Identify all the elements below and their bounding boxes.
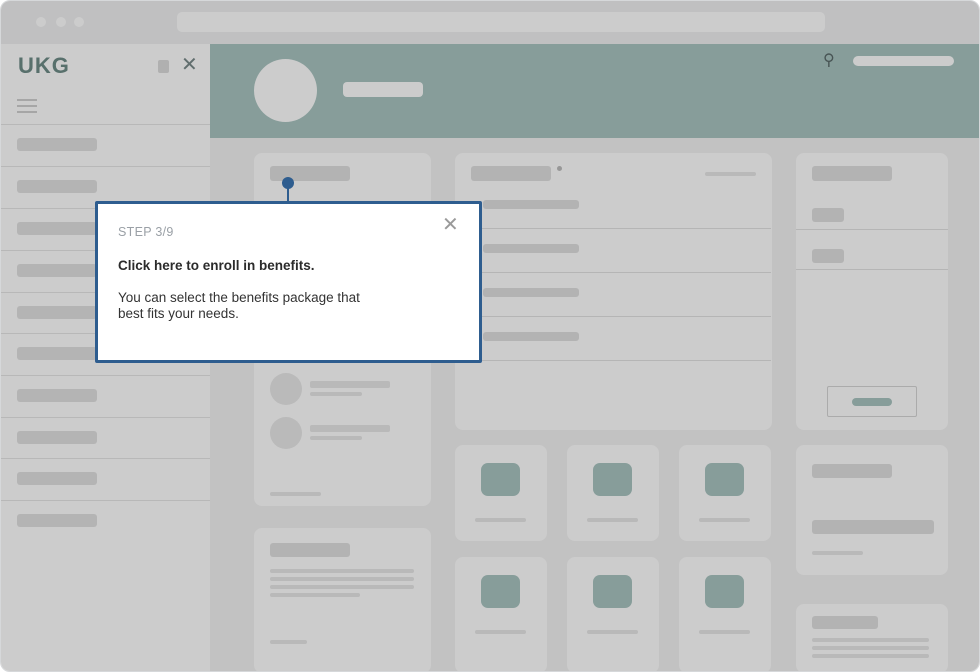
browser-window: UKG ✕ ⚲ STEP 3/9 ✕ Click here to enroll … <box>0 0 980 672</box>
walkthrough-tooltip: STEP 3/9 ✕ Click here to enroll in benef… <box>95 201 482 363</box>
tooltip-body: You can select the benefits package that… <box>118 290 360 321</box>
tooltip-connector <box>287 187 289 202</box>
tooltip-step: STEP 3/9 <box>118 225 174 239</box>
close-icon[interactable]: ✕ <box>442 212 459 237</box>
tooltip-anchor-dot <box>282 177 294 189</box>
tooltip-title: Click here to enroll in benefits. <box>118 258 315 273</box>
